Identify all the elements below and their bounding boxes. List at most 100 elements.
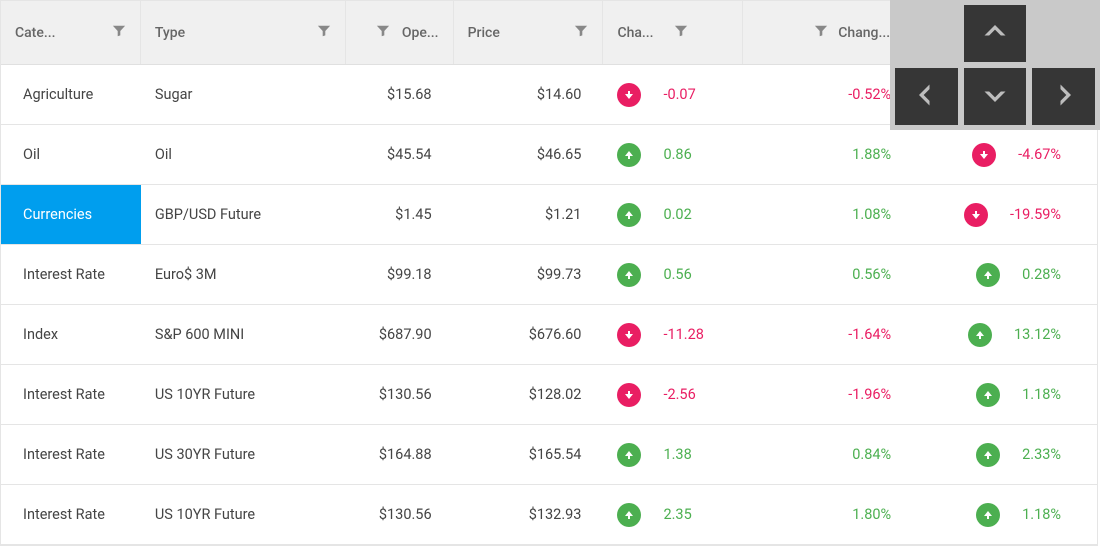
table-row[interactable]: Currencies GBP/USD Future $1.45$1.210.021.… [1, 185, 1097, 245]
header-type[interactable]: Type [141, 1, 346, 64]
header-category[interactable]: Cate... [1, 1, 141, 64]
table-row[interactable]: Interest Rate Euro$ 3M $99.18 $99.730.560.5… [1, 245, 1097, 305]
cell-open[interactable]: $164.88 [346, 425, 454, 484]
table-row[interactable]: Interest RateUS 10YR Future$130.56$132.9… [1, 485, 1097, 545]
cell-category[interactable]: Interest Rate [1, 425, 141, 484]
cell-price[interactable]: $14.60 [454, 65, 604, 124]
cell-type[interactable]: Oil [141, 125, 346, 184]
cell-open[interactable]: $130.56 [346, 365, 454, 424]
table-row[interactable]: OilOil$45.54$46.650.861.88%-4.67% [1, 125, 1097, 185]
cell-change[interactable]: 0.56 [603, 245, 743, 304]
cell-category[interactable]: Index [1, 305, 141, 364]
cell-type[interactable]: Sugar [141, 65, 346, 124]
cell-changepct[interactable]: 1.80% [743, 485, 905, 544]
cell-change[interactable]: 0.86 [603, 125, 743, 184]
table-row[interactable]: Interest RateUS 30YR Future $164.88 $165.5… [1, 425, 1097, 485]
header-change[interactable]: Cha... [603, 1, 743, 64]
cell-change[interactable]: 0.02 [603, 185, 743, 244]
cell-changepct[interactable]: -1.96% [743, 365, 905, 424]
cell-change[interactable]: -11.28 [603, 305, 743, 364]
arrow-up-icon [976, 263, 1000, 287]
category-value: Currencies [23, 206, 92, 223]
filter-icon[interactable] [317, 24, 331, 42]
cell-year[interactable]: -4.67% [905, 125, 1097, 184]
rows-container: AgricultureSugar$15.68$14.60-0.07-0.52%O… [1, 65, 1097, 545]
filter-icon[interactable] [376, 24, 390, 42]
cell-category[interactable]: Currencies [1, 185, 141, 244]
chevron-left-icon [912, 81, 940, 113]
filter-icon[interactable] [574, 24, 588, 42]
filter-icon[interactable] [814, 24, 828, 42]
cell-year[interactable]: 1.18% [905, 485, 1097, 544]
cell-changepct[interactable]: 1.08% [743, 185, 905, 244]
year-value: -19.59% [1010, 206, 1061, 223]
cell-year[interactable]: -19.59% [905, 185, 1097, 244]
cell-change[interactable]: -2.56 [603, 365, 743, 424]
nav-left-button[interactable] [895, 68, 958, 125]
filter-icon[interactable] [674, 24, 688, 42]
cell-price[interactable]: $128.02 [454, 365, 604, 424]
table-row[interactable]: Interest RateUS 10YR Future$130.56$128.0… [1, 365, 1097, 425]
cell-price[interactable]: $1.21 [454, 185, 604, 244]
cell-open[interactable]: $1.45 [346, 185, 454, 244]
nav-up-button[interactable] [964, 5, 1027, 62]
header-changepct[interactable]: Chang... [743, 1, 905, 64]
cell-changepct[interactable]: -1.64% [743, 305, 905, 364]
cell-price[interactable]: $132.93 [454, 485, 604, 544]
cell-open[interactable]: $45.54 [346, 125, 454, 184]
cell-price[interactable]: $46.65 [454, 125, 604, 184]
cell-changepct[interactable]: -0.52% [743, 65, 905, 124]
header-price[interactable]: Price [454, 1, 604, 64]
cell-type[interactable]: S&P 600 MINI [141, 305, 346, 364]
open-value: $15.68 [387, 86, 432, 103]
cell-year[interactable]: 2.33% [905, 425, 1097, 484]
cell-type[interactable]: US 10YR Future [141, 485, 346, 544]
cell-category[interactable]: Oil [1, 125, 141, 184]
change-value: -11.28 [663, 326, 703, 343]
header-type-label: Type [155, 25, 185, 41]
cell-changepct[interactable]: 1.88% [743, 125, 905, 184]
filter-icon[interactable] [112, 24, 126, 42]
cell-type[interactable]: Euro$ 3M [141, 245, 346, 304]
cell-type[interactable]: US 10YR Future [141, 365, 346, 424]
open-value: $99.18 [387, 266, 432, 283]
header-changepct-label: Chang... [838, 25, 890, 41]
cell-price[interactable]: $165.54 [454, 425, 604, 484]
cell-open[interactable]: $130.56 [346, 485, 454, 544]
nav-right-button[interactable] [1032, 68, 1095, 125]
cell-price[interactable]: $676.60 [454, 305, 604, 364]
cell-open[interactable]: $687.90 [346, 305, 454, 364]
arrow-up-icon [617, 443, 641, 467]
type-value: GBP/USD Future [155, 206, 261, 223]
nav-down-button[interactable] [964, 68, 1027, 125]
type-value: Sugar [155, 86, 193, 103]
arrow-up-icon [976, 443, 1000, 467]
cell-category[interactable]: Interest Rate [1, 485, 141, 544]
header-open[interactable]: Ope... [346, 1, 454, 64]
chevron-up-icon [981, 18, 1009, 50]
header-open-label: Ope... [402, 25, 439, 41]
category-value: Interest Rate [23, 266, 105, 283]
cell-change[interactable]: 1.38 [603, 425, 743, 484]
cell-type[interactable]: US 30YR Future [141, 425, 346, 484]
cell-category[interactable]: Interest Rate [1, 245, 141, 304]
cell-price[interactable]: $99.73 [454, 245, 604, 304]
table-row[interactable]: IndexS&P 600 MINI$687.90$676.60 -11.28 -1.… [1, 305, 1097, 365]
year-value: 2.33% [1022, 446, 1061, 463]
cell-category[interactable]: Interest Rate [1, 365, 141, 424]
cell-year[interactable]: 13.12% [905, 305, 1097, 364]
cell-year[interactable]: 1.18% [905, 365, 1097, 424]
cell-category[interactable]: Agriculture [1, 65, 141, 124]
cell-type[interactable]: GBP/USD Future [141, 185, 346, 244]
changepct-value: -1.96% [848, 386, 891, 403]
cell-open[interactable]: $99.18 [346, 245, 454, 304]
open-value: $164.88 [379, 446, 432, 463]
cell-change[interactable]: 2.35 [603, 485, 743, 544]
cell-change[interactable]: -0.07 [603, 65, 743, 124]
cell-changepct[interactable]: 0.84% [743, 425, 905, 484]
cell-changepct[interactable]: 0.56% [743, 245, 905, 304]
cell-year[interactable]: 0.28% [905, 245, 1097, 304]
year-value: 1.18% [1022, 386, 1061, 403]
type-value: Euro$ 3M [155, 266, 217, 283]
cell-open[interactable]: $15.68 [346, 65, 454, 124]
